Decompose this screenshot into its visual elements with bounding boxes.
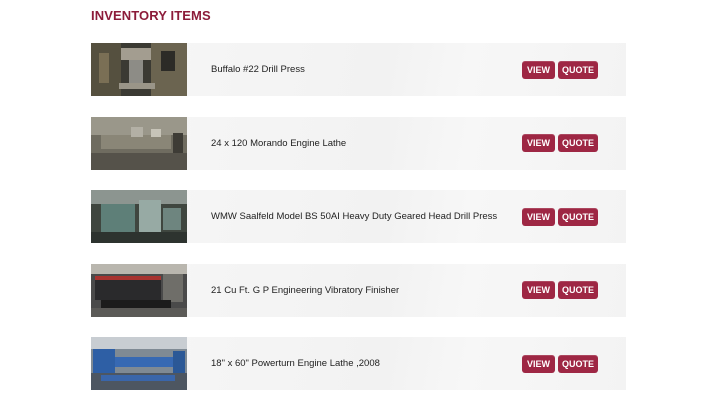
list-item: 24 x 120 Morando Engine Lathe VIEW QUOTE	[91, 116, 626, 170]
item-name[interactable]: 18" x 60" Powerturn Engine Lathe ,2008	[211, 358, 521, 369]
quote-button[interactable]: QUOTE	[558, 354, 599, 373]
list-item: 21 Cu Ft. G P Engineering Vibratory Fini…	[91, 263, 626, 317]
quote-button[interactable]: QUOTE	[558, 134, 599, 152]
quote-button[interactable]: QUOTE	[558, 281, 599, 299]
item-thumbnail[interactable]	[91, 43, 187, 96]
item-thumbnail[interactable]	[91, 263, 187, 317]
page-title: INVENTORY ITEMS	[91, 8, 211, 23]
item-thumbnail[interactable]	[91, 190, 187, 243]
view-button[interactable]: VIEW	[522, 60, 556, 79]
view-button[interactable]: VIEW	[522, 134, 556, 152]
inventory-list: Buffalo #22 Drill Press VIEW QUOTE 24 x …	[91, 43, 626, 411]
view-button[interactable]: VIEW	[522, 281, 556, 299]
view-button[interactable]: VIEW	[522, 207, 556, 226]
list-item: Buffalo #22 Drill Press VIEW QUOTE	[91, 43, 626, 96]
view-button[interactable]: VIEW	[522, 354, 556, 373]
item-thumbnail[interactable]	[91, 116, 187, 170]
quote-button[interactable]: QUOTE	[558, 207, 599, 226]
quote-button[interactable]: QUOTE	[558, 60, 599, 79]
item-name[interactable]: 21 Cu Ft. G P Engineering Vibratory Fini…	[211, 285, 521, 296]
item-name[interactable]: 24 x 120 Morando Engine Lathe	[211, 138, 521, 149]
item-name[interactable]: WMW Saalfeld Model BS 50AI Heavy Duty Ge…	[211, 211, 521, 222]
list-item: WMW Saalfeld Model BS 50AI Heavy Duty Ge…	[91, 190, 626, 243]
list-item: 18" x 60" Powerturn Engine Lathe ,2008 V…	[91, 337, 626, 390]
item-name[interactable]: Buffalo #22 Drill Press	[211, 64, 521, 75]
item-thumbnail[interactable]	[91, 337, 187, 390]
